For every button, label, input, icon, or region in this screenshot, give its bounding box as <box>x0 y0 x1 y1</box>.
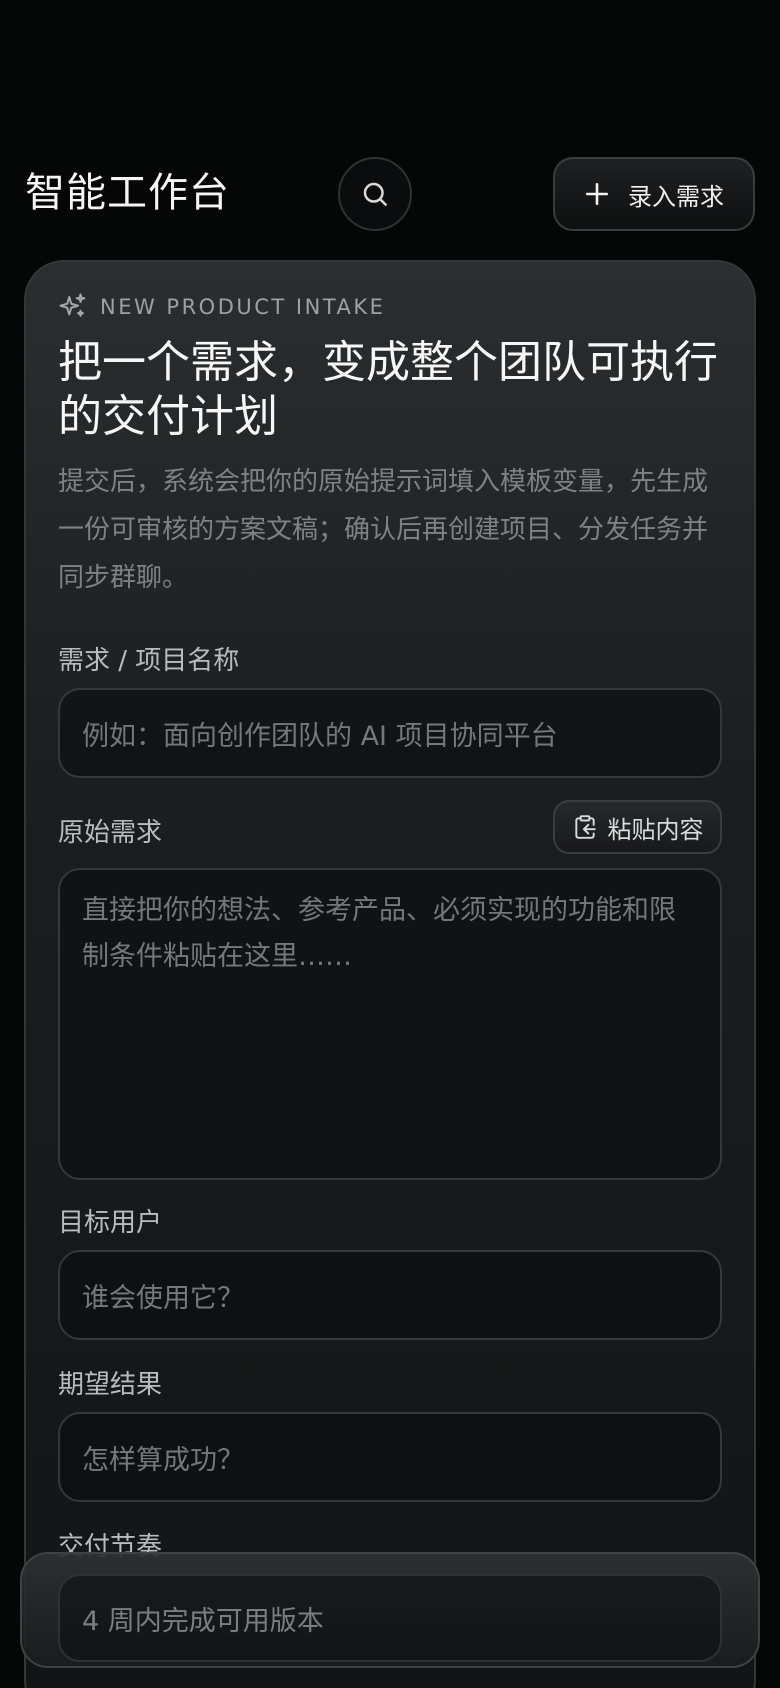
project-name-input[interactable]: 例如：面向创作团队的 AI 项目协同平台 <box>58 688 722 778</box>
intake-description: 提交后，系统会把你的原始提示词填入模板变量，先生成一份可审核的方案文稿；确认后再… <box>58 467 709 593</box>
paste-button-label: 粘贴内容 <box>607 815 704 844</box>
delivery-cadence-placeholder: 4 周内完成可用版本 <box>82 1605 324 1637</box>
plus-icon <box>585 182 609 206</box>
expected-outcome-label: 期望结果 <box>58 1370 163 1400</box>
target-users-label: 目标用户 <box>58 1208 163 1238</box>
intake-eyebrow: NEW PRODUCT INTAKE <box>58 292 385 322</box>
paste-button[interactable]: 粘贴内容 <box>553 800 722 854</box>
expected-outcome-input[interactable]: 怎样算成功？ <box>58 1412 722 1502</box>
sparkles-icon <box>59 293 86 317</box>
target-users-input[interactable]: 谁会使用它？ <box>58 1250 722 1340</box>
raw-requirement-label: 原始需求 <box>58 818 163 848</box>
add-requirement-button[interactable]: 录入需求 <box>553 157 755 231</box>
search-button[interactable] <box>338 157 412 231</box>
raw-requirement-textarea[interactable]: 直接把你的想法、参考产品、必须实现的功能和限制条件粘贴在这里…… <box>58 868 722 1180</box>
clipboard-icon <box>574 815 596 839</box>
search-icon <box>363 182 387 206</box>
intake-title: 把一个需求，变成整个团队可执行的交付计划 <box>58 337 718 442</box>
delivery-cadence-input[interactable]: 4 周内完成可用版本 <box>58 1574 722 1662</box>
add-requirement-label: 录入需求 <box>628 182 724 211</box>
expected-outcome-placeholder: 怎样算成功？ <box>82 1444 244 1476</box>
page-title: 智能工作台 <box>25 170 230 216</box>
eyebrow-text: NEW PRODUCT INTAKE <box>100 295 386 319</box>
target-users-placeholder: 谁会使用它？ <box>82 1282 244 1314</box>
raw-requirement-placeholder: 直接把你的想法、参考产品、必须实现的功能和限制条件粘贴在这里…… <box>82 895 676 972</box>
project-name-placeholder: 例如：面向创作团队的 AI 项目协同平台 <box>82 720 558 752</box>
name-label: 需求 / 项目名称 <box>58 646 240 676</box>
